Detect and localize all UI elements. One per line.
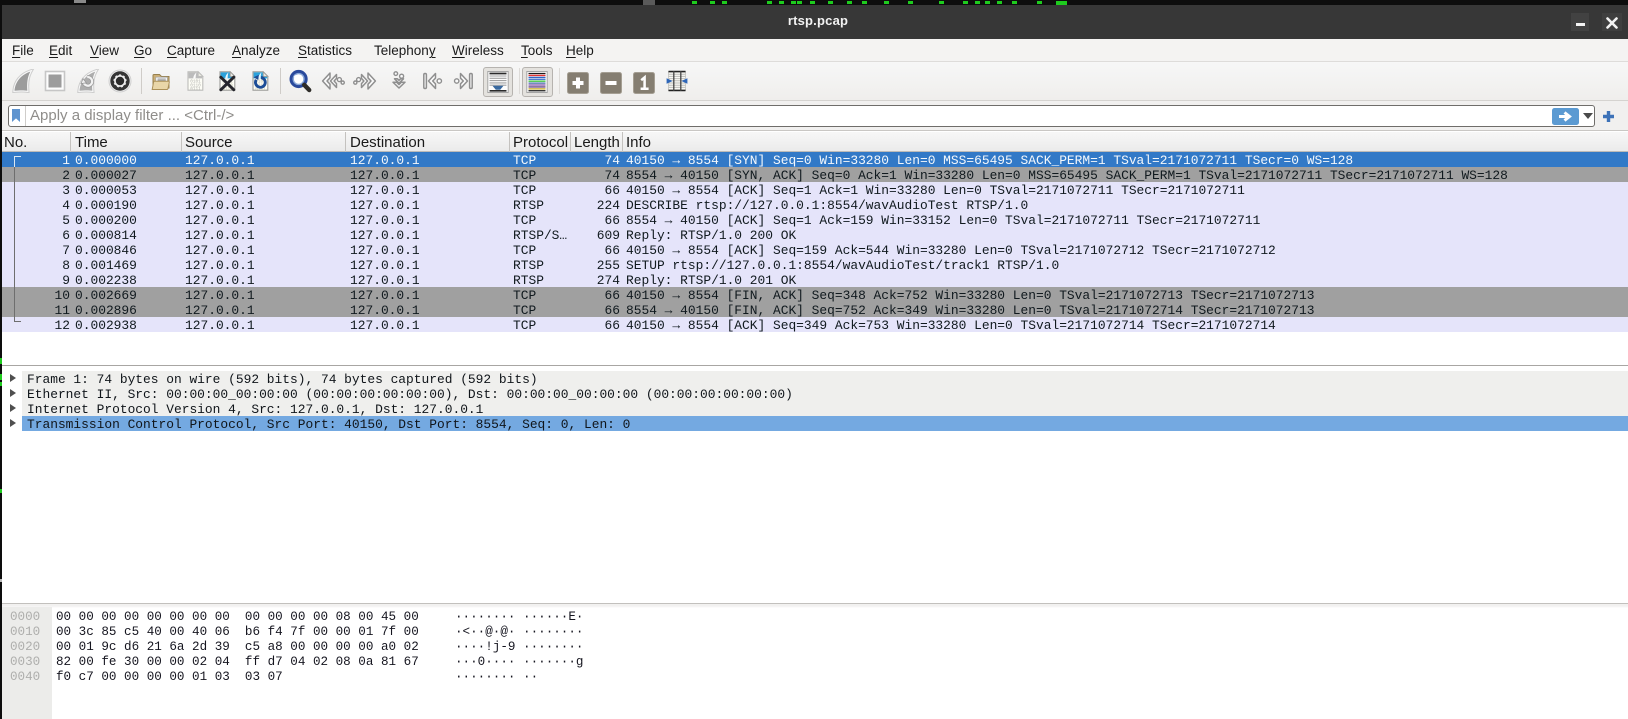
svg-text:0111: 0111 [190,87,201,92]
